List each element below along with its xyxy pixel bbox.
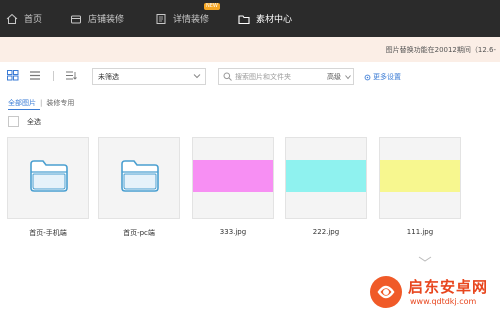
more-settings-label: 更多设置 bbox=[373, 73, 401, 81]
filter-select[interactable]: 未筛选 bbox=[92, 68, 206, 85]
grid-view-icon[interactable] bbox=[7, 70, 19, 81]
watermark-url: www.qdtdkj.com bbox=[410, 297, 477, 306]
breadcrumb-root[interactable]: 全部图片 bbox=[8, 99, 36, 107]
sort-icon[interactable] bbox=[65, 70, 77, 81]
nav-item-label: 详情装修 bbox=[173, 15, 210, 25]
more-settings-link[interactable]: 更多设置 bbox=[364, 72, 401, 82]
chevron-down-icon bbox=[418, 256, 432, 262]
toolbar: 未筛选 搜索图片和文件夹 高级 更多设置 bbox=[0, 62, 500, 90]
item-name: 333.jpg bbox=[219, 228, 247, 236]
new-badge: NEW bbox=[204, 3, 220, 10]
store-icon bbox=[71, 15, 81, 23]
image-thumbnail bbox=[380, 160, 460, 192]
image-card[interactable] bbox=[285, 137, 367, 219]
nav-item-materials[interactable]: 素材中心 bbox=[238, 0, 292, 37]
item-name: 首页-手机端 bbox=[29, 229, 67, 237]
nav-item-home[interactable]: 首页 bbox=[6, 0, 42, 37]
item-name: 222.jpg bbox=[312, 228, 340, 236]
breadcrumb-current: 装修专用 bbox=[46, 99, 75, 107]
select-all[interactable]: 全选 bbox=[8, 116, 41, 127]
folder-icon bbox=[121, 160, 159, 192]
chevron-down-icon bbox=[345, 75, 351, 80]
watermark-logo: 启东安卓网 www.qdtdkj.com bbox=[368, 272, 500, 312]
breadcrumb: 全部图片 | 装修专用 bbox=[8, 98, 74, 108]
toolbar-divider bbox=[53, 71, 54, 81]
detail-icon bbox=[156, 13, 166, 24]
filter-select-value: 未筛选 bbox=[98, 73, 119, 81]
image-card[interactable] bbox=[192, 137, 274, 219]
top-nav: 首页 店铺装修 详情装修 NEW 素材中心 bbox=[0, 0, 500, 37]
breadcrumb-underline bbox=[8, 109, 40, 110]
select-all-label: 全选 bbox=[27, 117, 41, 126]
advanced-search-button[interactable]: 高级 bbox=[327, 72, 341, 82]
notice-bar: 图片替换功能在20012期间（12.6- bbox=[0, 37, 500, 62]
folder-card[interactable] bbox=[98, 137, 180, 219]
search-icon bbox=[223, 72, 232, 81]
search-input[interactable]: 搜索图片和文件夹 高级 bbox=[218, 68, 354, 85]
image-thumbnail bbox=[286, 160, 366, 192]
gear-icon bbox=[364, 74, 371, 80]
nav-item-label: 素材中心 bbox=[256, 15, 293, 25]
folder-card[interactable] bbox=[7, 137, 89, 219]
image-card[interactable] bbox=[379, 137, 461, 219]
list-view-icon[interactable] bbox=[29, 70, 41, 81]
home-icon bbox=[6, 13, 18, 24]
folder-icon bbox=[30, 160, 68, 192]
item-name: 111.jpg bbox=[406, 228, 434, 236]
nav-item-store[interactable]: 店铺装修 bbox=[70, 0, 124, 37]
item-name: 首页-pc端 bbox=[123, 229, 155, 237]
folder-icon bbox=[238, 14, 250, 24]
breadcrumb-separator: | bbox=[40, 99, 43, 107]
nav-item-detail[interactable]: 详情装修 bbox=[155, 0, 209, 37]
select-all-checkbox[interactable] bbox=[8, 116, 19, 127]
nav-item-label: 店铺装修 bbox=[88, 15, 125, 25]
notice-text: 图片替换功能在20012期间（12.6- bbox=[385, 46, 496, 54]
nav-item-label: 首页 bbox=[24, 15, 43, 25]
chevron-down-icon bbox=[193, 74, 201, 79]
watermark-title: 启东安卓网 bbox=[408, 278, 489, 296]
search-placeholder: 搜索图片和文件夹 bbox=[235, 73, 291, 81]
watermark-icon bbox=[370, 276, 402, 308]
image-thumbnail bbox=[193, 160, 273, 192]
